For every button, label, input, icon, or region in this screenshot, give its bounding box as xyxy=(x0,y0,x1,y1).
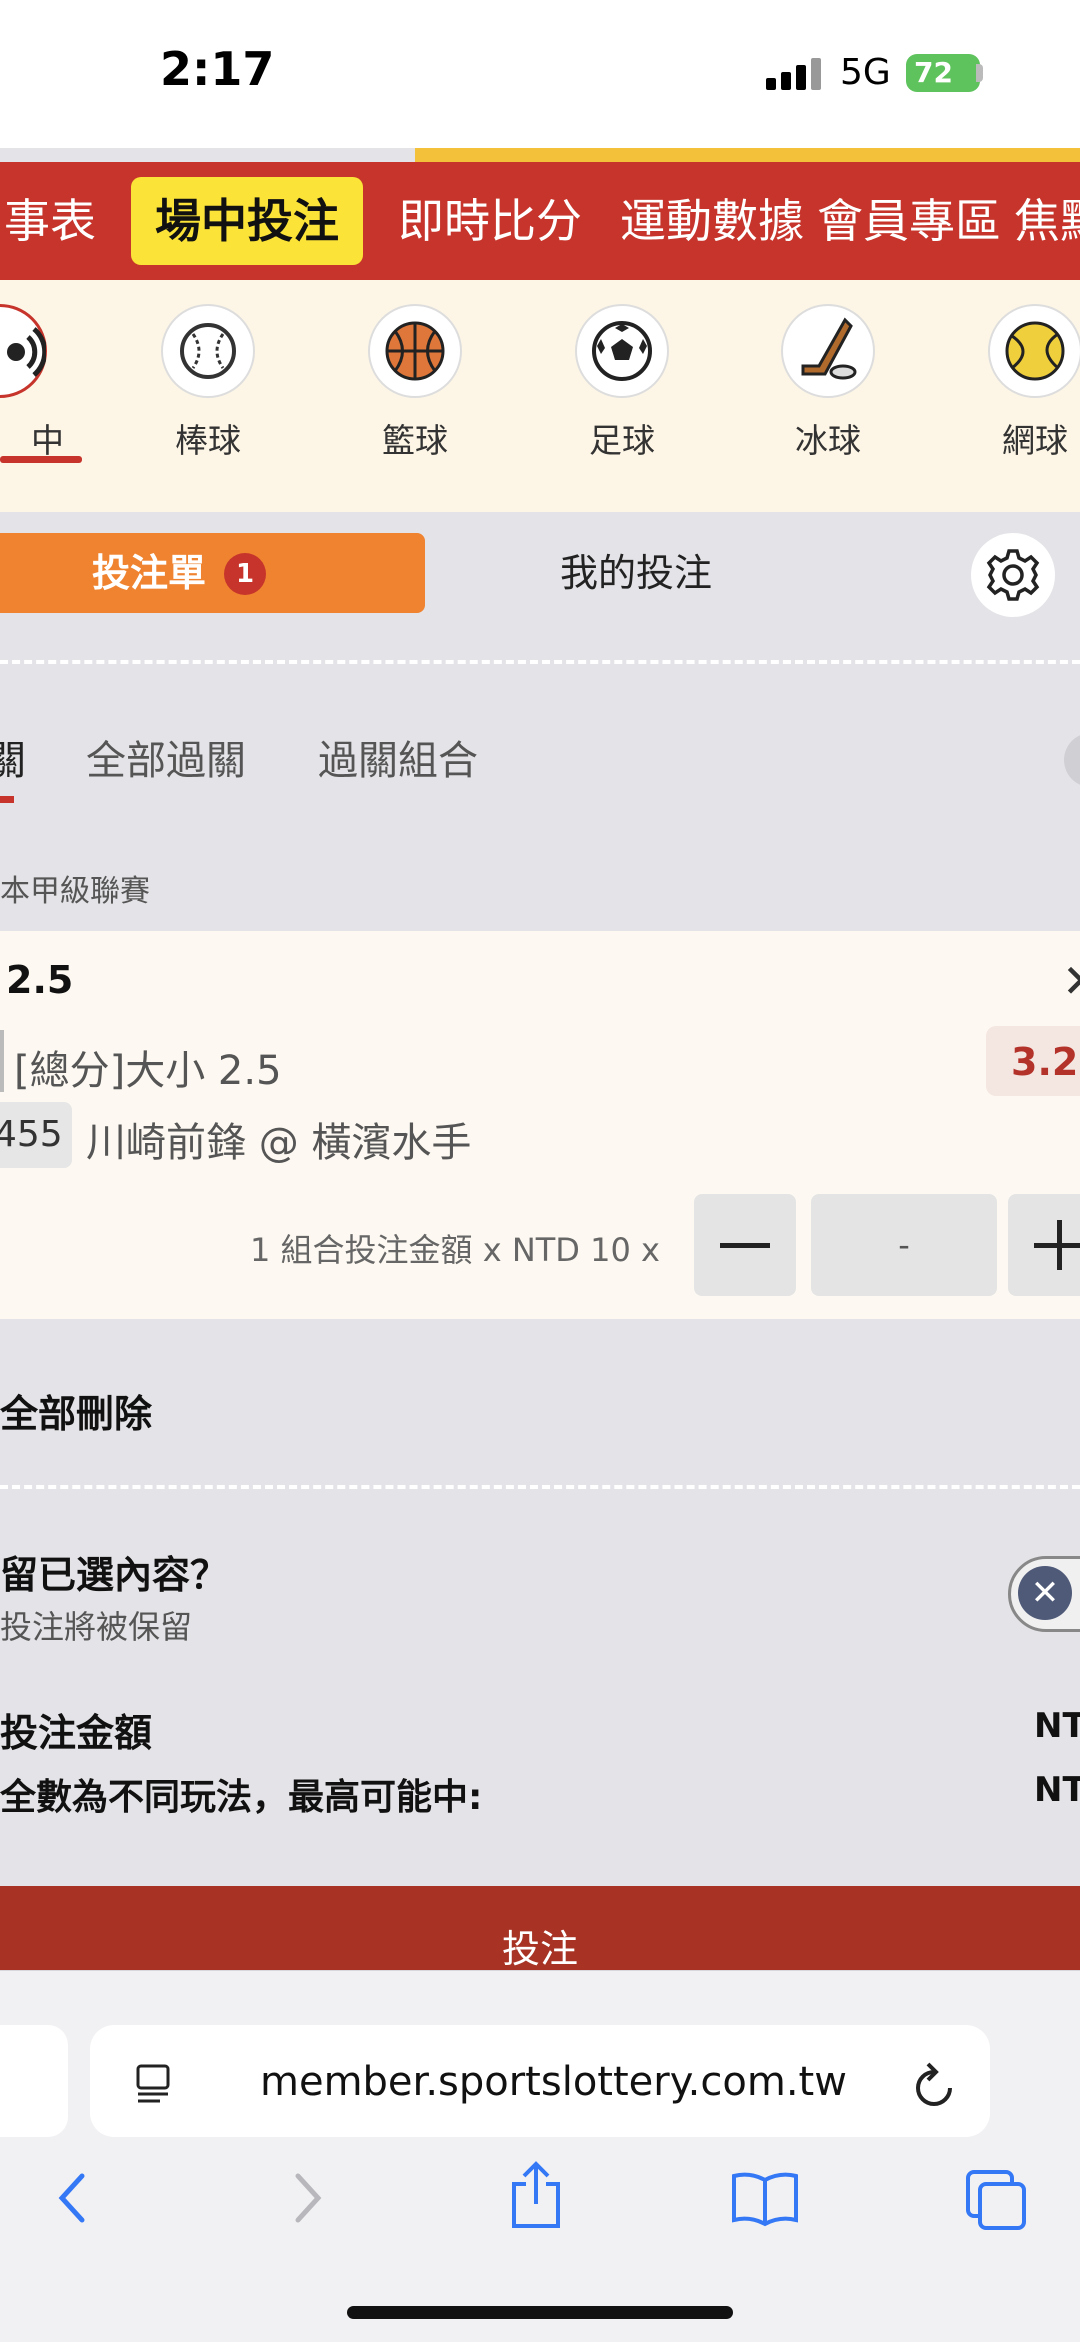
sport-label-live: 中 xyxy=(31,421,64,460)
share-icon[interactable] xyxy=(506,2160,566,2230)
total-stake-value: NT xyxy=(1034,1706,1080,1746)
home-indicator xyxy=(347,2306,733,2319)
tennis-icon xyxy=(988,304,1080,398)
network-type: 5G xyxy=(840,52,891,93)
sport-item-live[interactable]: 中 xyxy=(0,304,70,462)
max-win-value: NT xyxy=(1034,1770,1080,1810)
subtab-underline xyxy=(0,796,14,803)
baseball-icon xyxy=(161,304,255,398)
my-bets-tab[interactable]: 我的投注 xyxy=(560,533,712,613)
sport-item-tennis[interactable]: 網球 xyxy=(965,304,1080,462)
divider xyxy=(0,1485,1080,1489)
ice-hockey-icon xyxy=(781,304,875,398)
sport-label-soccer: 足球 xyxy=(589,421,655,460)
nav-item-live-betting[interactable]: 場中投注 xyxy=(131,177,363,265)
sport-item-ice-hockey[interactable]: 冰球 xyxy=(758,304,898,462)
live-icon xyxy=(0,304,47,398)
betslip-count-badge: 1 xyxy=(224,553,266,595)
top-nav: 事表 場中投注 即時比分 運動數據 會員專區 焦點 xyxy=(0,162,1080,280)
keep-selection-desc: 投注將被保留 xyxy=(0,1608,193,1646)
subtab-all-parlay[interactable]: 全部過關 xyxy=(86,728,246,786)
nav-item-member[interactable]: 會員專區 xyxy=(817,162,1001,280)
keep-selection-title: 留已選內容？ xyxy=(0,1553,229,1597)
bookmarks-icon[interactable] xyxy=(730,2168,800,2228)
sport-category-row: 中 棒球 籃球 足球 冰球 網球 xyxy=(0,280,1080,512)
nav-item-focus[interactable]: 焦點 xyxy=(1014,162,1080,280)
delete-all-button[interactable]: 全部刪除 xyxy=(0,1383,152,1438)
reload-icon[interactable] xyxy=(910,2058,958,2110)
soccer-icon xyxy=(575,304,669,398)
market-marker xyxy=(0,1030,4,1092)
back-icon[interactable] xyxy=(52,2168,92,2228)
sport-label-basketball: 籃球 xyxy=(382,421,448,460)
gear-icon xyxy=(986,549,1040,601)
bet-selection-title: 2.5 xyxy=(6,958,74,1002)
nav-item-sports-data[interactable]: 運動數據 xyxy=(620,162,804,280)
subtab-toggle[interactable] xyxy=(1064,733,1080,787)
subtab-parlay-combo[interactable]: 過關組合 xyxy=(318,728,478,786)
event-code-badge: 455 xyxy=(0,1102,72,1168)
stake-input[interactable]: - xyxy=(811,1194,997,1296)
bet-market: [總分]大小 2.5 xyxy=(14,1048,282,1094)
sport-item-baseball[interactable]: 棒球 xyxy=(138,304,278,462)
betslip-tab-label: 投注單 xyxy=(92,551,207,595)
nav-item-schedule[interactable]: 事表 xyxy=(4,162,96,280)
place-bet-button[interactable]: 投注 xyxy=(0,1886,1080,1971)
stake-minus-button[interactable] xyxy=(694,1194,796,1296)
signal-icon xyxy=(766,56,826,90)
forward-icon[interactable] xyxy=(288,2168,328,2228)
sport-label-baseball: 棒球 xyxy=(175,421,241,460)
nav-item-live-score[interactable]: 即時比分 xyxy=(398,162,582,280)
tabs-icon[interactable] xyxy=(964,2168,1028,2232)
total-stake-label: 投注金額 xyxy=(0,1711,153,1755)
betslip-tab[interactable]: 投注單 1 xyxy=(0,533,425,613)
max-win-label: 全數為不同玩法，最高可能中: xyxy=(0,1777,483,1818)
sport-item-basketball[interactable]: 籃球 xyxy=(345,304,485,462)
odds-value: 3.20 xyxy=(1011,1040,1080,1084)
event-name: 川崎前鋒 @ 橫濱水手 xyxy=(86,1120,472,1166)
url-text[interactable]: member.sportslottery.com.tw xyxy=(260,2059,847,2105)
stake-plus-button[interactable] xyxy=(1008,1194,1080,1296)
league-name: 本甲級聯賽 xyxy=(0,874,150,909)
combo-stake-text: 1 組合投注金額 x NTD 10 x xyxy=(250,1231,660,1269)
sport-label-ice-hockey: 冰球 xyxy=(795,421,861,460)
reader-icon[interactable] xyxy=(134,2062,174,2106)
sport-selected-underline xyxy=(0,456,82,463)
battery-tip xyxy=(976,64,983,82)
battery-icon: 72 xyxy=(906,54,980,92)
status-time: 2:17 xyxy=(160,42,275,96)
sport-item-soccer[interactable]: 足球 xyxy=(552,304,692,462)
divider xyxy=(0,660,1080,664)
sport-label-tennis: 網球 xyxy=(1002,421,1068,460)
subtab-single[interactable]: 關 xyxy=(0,728,26,786)
previous-tab-pill[interactable] xyxy=(0,2025,68,2137)
close-icon: ✕ xyxy=(1018,1566,1072,1620)
settings-button[interactable] xyxy=(971,533,1055,617)
close-icon[interactable]: ✕ xyxy=(1062,954,1080,1008)
basketball-icon xyxy=(368,304,462,398)
